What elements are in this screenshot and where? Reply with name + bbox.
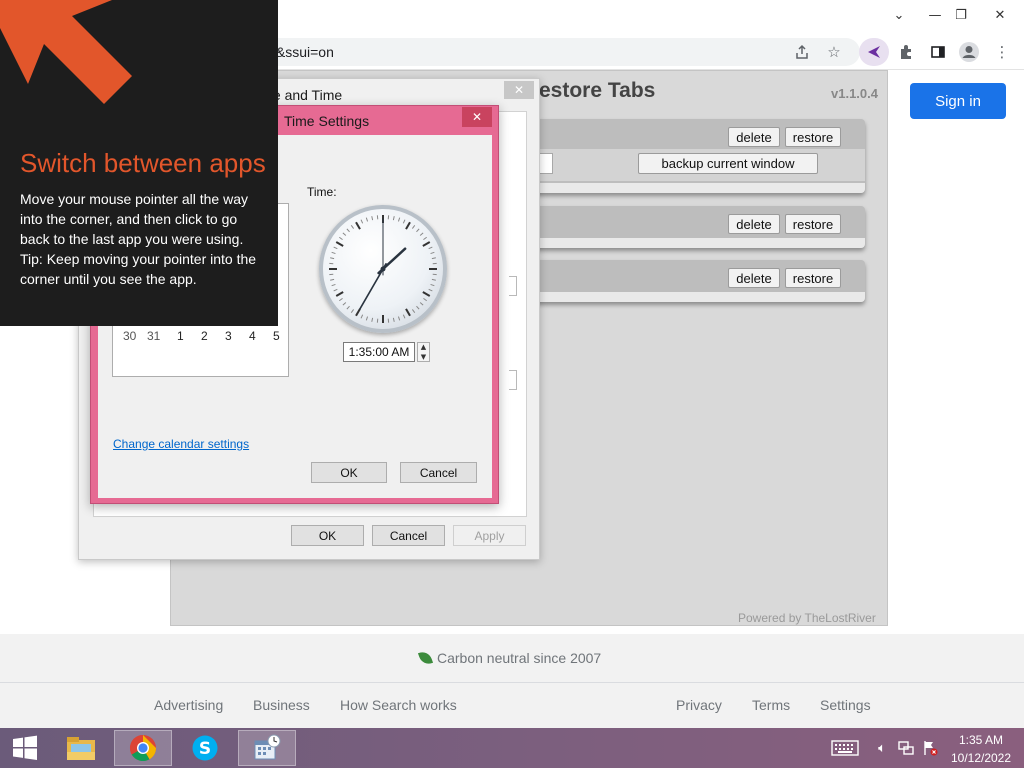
calendar-day[interactable]: 2	[201, 329, 208, 343]
profile-icon[interactable]	[957, 40, 981, 64]
calendar-day[interactable]: 5	[273, 329, 280, 343]
extension-arrow-icon[interactable]	[862, 40, 886, 64]
action-center-flag-icon[interactable]	[921, 740, 939, 756]
footer-link-privacy[interactable]: Privacy	[676, 697, 722, 713]
network-icon[interactable]	[897, 740, 915, 756]
calendar-day[interactable]: 30	[123, 329, 136, 343]
switch-apps-tip: Switch between apps Move your mouse poin…	[0, 0, 278, 326]
footer-link-advertising[interactable]: Advertising	[154, 697, 223, 713]
time-label: Time:	[307, 185, 337, 199]
ok-button[interactable]: OK	[311, 462, 387, 483]
page-footer: Carbon neutral since 2007 Advertising Bu…	[0, 634, 1024, 730]
volume-icon[interactable]: 🔈︎	[873, 740, 891, 756]
puzzle-extensions-icon[interactable]	[894, 40, 918, 64]
date-time-control-panel-icon[interactable]	[238, 730, 296, 766]
kebab-menu-icon[interactable]: ⋮	[990, 40, 1014, 64]
tip-title: Switch between apps	[20, 148, 266, 178]
change-calendar-settings-link[interactable]: Change calendar settings	[113, 437, 249, 451]
file-explorer-icon[interactable]	[52, 730, 110, 766]
restore-window-button[interactable]: ❐	[944, 0, 978, 30]
dialog-title: te and Time	[269, 87, 343, 103]
delete-button[interactable]: delete	[728, 268, 780, 288]
time-input[interactable]: 1:35:00 AM	[343, 342, 415, 362]
ok-button[interactable]: OK	[291, 525, 364, 546]
share-icon[interactable]	[790, 40, 814, 64]
skype-icon[interactable]: S	[176, 730, 234, 766]
carbon-neutral-note: Carbon neutral since 2007	[417, 649, 601, 667]
side-panel-icon[interactable]	[926, 40, 950, 64]
corner-arrow-icon	[0, 0, 132, 104]
saved-window-panel: delete restore	[521, 260, 865, 302]
cancel-button[interactable]: Cancel	[372, 525, 445, 546]
extension-version: v1.1.0.4	[831, 86, 878, 101]
taskbar-clock-time[interactable]: 1:35 AM	[946, 733, 1016, 747]
tab-search-icon[interactable]: ⌄	[882, 0, 916, 30]
saved-window-panel: delete restore backup current window	[521, 119, 865, 193]
calendar-day[interactable]: 3	[225, 329, 232, 343]
footer-link-how-search-works[interactable]: How Search works	[340, 697, 457, 713]
chrome-icon[interactable]	[114, 730, 172, 766]
tip-body: Move your mouse pointer all the way into…	[20, 191, 257, 287]
calendar-day[interactable]: 31	[147, 329, 160, 343]
dialog-title: Time Settings	[284, 113, 370, 129]
backup-row: backup current window	[521, 149, 865, 181]
delete-button[interactable]: delete	[728, 214, 780, 234]
bookmark-star-icon[interactable]: ☆	[822, 40, 846, 64]
time-spinner[interactable]: ▲ ▼	[417, 342, 430, 362]
calendar-day[interactable]: 4	[249, 329, 256, 343]
close-icon[interactable]: ✕	[462, 107, 492, 127]
restore-button[interactable]: restore	[785, 214, 841, 234]
close-icon[interactable]: ✕	[504, 81, 534, 99]
leaf-icon	[417, 649, 434, 667]
spin-up-icon[interactable]: ▲	[421, 343, 426, 351]
analog-clock-icon	[319, 205, 447, 333]
footer-link-business[interactable]: Business	[253, 697, 310, 713]
cancel-button[interactable]: Cancel	[400, 462, 477, 483]
restore-button[interactable]: restore	[785, 127, 841, 147]
backup-current-window-button[interactable]: backup current window	[638, 153, 818, 174]
powered-by-text: Powered by TheLostRiver	[738, 611, 876, 625]
start-icon[interactable]	[0, 730, 50, 766]
footer-link-terms[interactable]: Terms	[752, 697, 790, 713]
delete-button[interactable]: delete	[728, 127, 780, 147]
close-window-button[interactable]: ✕	[983, 0, 1017, 30]
apply-button[interactable]: Apply	[453, 525, 526, 546]
spin-down-icon[interactable]: ▼	[421, 353, 426, 361]
restore-button[interactable]: restore	[785, 268, 841, 288]
taskbar: S 🔈︎	[0, 728, 1024, 768]
sign-in-button[interactable]: Sign in	[910, 83, 1006, 119]
taskbar-clock-date[interactable]: 10/12/2022	[946, 751, 1016, 765]
calendar-day[interactable]: 1	[177, 329, 184, 343]
keyboard-icon[interactable]	[831, 740, 859, 756]
svg-text:S: S	[199, 739, 211, 759]
saved-window-panel: delete restore	[521, 206, 865, 248]
footer-link-settings[interactable]: Settings	[820, 697, 871, 713]
extension-title: estore Tabs	[539, 79, 656, 102]
